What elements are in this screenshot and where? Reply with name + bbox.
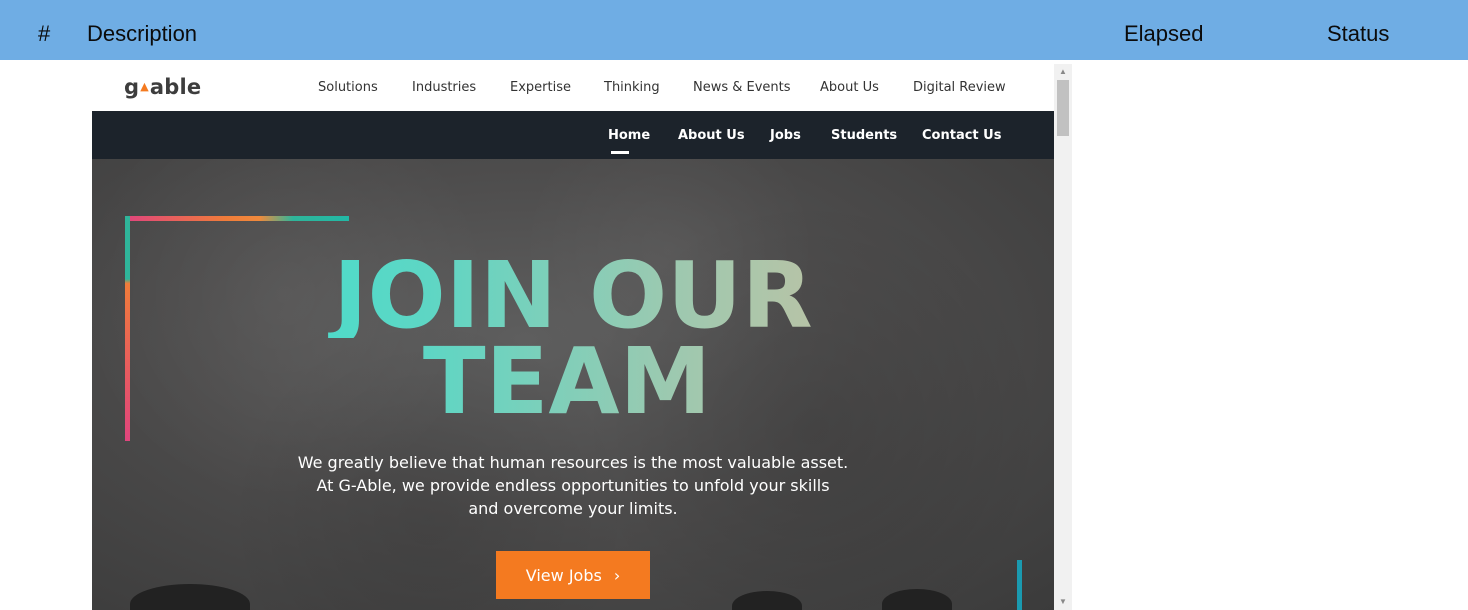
- gable-logo[interactable]: g▲able: [124, 75, 201, 99]
- scroll-down-arrow-icon[interactable]: ▼: [1054, 594, 1072, 610]
- hero-banner: JOIN OUR TEAM We greatly believe that hu…: [92, 159, 1054, 610]
- vertical-scrollbar[interactable]: ▲ ▼: [1054, 64, 1072, 610]
- report-header: # Description Elapsed Status: [0, 0, 1468, 60]
- corner-accent-top: [125, 216, 349, 221]
- top-nav-about-us[interactable]: About Us: [820, 80, 879, 95]
- silhouette-head: [732, 591, 802, 610]
- hero-title-line-2: TEAM: [92, 336, 1054, 428]
- top-nav-solutions[interactable]: Solutions: [318, 80, 378, 95]
- top-nav-thinking[interactable]: Thinking: [604, 80, 660, 95]
- top-nav-news-events[interactable]: News & Events: [693, 80, 791, 95]
- sub-nav-jobs[interactable]: Jobs: [770, 128, 801, 143]
- top-nav-expertise[interactable]: Expertise: [510, 80, 571, 95]
- sub-nav-contact-us[interactable]: Contact Us: [922, 128, 1001, 143]
- sub-nav-home[interactable]: Home: [608, 128, 650, 143]
- scroll-thumb[interactable]: [1057, 80, 1069, 136]
- site-top-navbar: g▲able Solutions Industries Expertise Th…: [92, 64, 1054, 111]
- silhouette-head: [130, 584, 250, 610]
- hero-body-line-1: We greatly believe that human resources …: [297, 453, 849, 472]
- chevron-right-icon: ›: [613, 565, 621, 585]
- logo-dot: ▲: [140, 80, 149, 93]
- logo-text: able: [149, 75, 202, 99]
- logo-g: g: [124, 75, 140, 99]
- column-number-header: #: [38, 21, 51, 46]
- sub-nav-about-us[interactable]: About Us: [678, 128, 745, 143]
- top-nav-industries[interactable]: Industries: [412, 80, 476, 95]
- top-nav-digital-review[interactable]: Digital Review: [913, 80, 1006, 95]
- view-jobs-button[interactable]: View Jobs ›: [496, 551, 650, 599]
- hero-body-line-2: At G-Able, we provide endless opportunit…: [316, 476, 830, 495]
- scroll-up-arrow-icon[interactable]: ▲: [1054, 64, 1072, 80]
- browser-screenshot: g▲able Solutions Industries Expertise Th…: [92, 64, 1072, 610]
- hero-title-line-1: JOIN OUR: [92, 250, 1054, 342]
- active-tab-indicator: [611, 151, 629, 154]
- careers-sub-navbar: Home About Us Jobs Students Contact Us: [92, 111, 1054, 159]
- corner-accent-right: [1017, 560, 1022, 610]
- column-status-header: Status: [1327, 21, 1390, 46]
- view-jobs-label: View Jobs: [525, 565, 602, 585]
- column-description-header: Description: [87, 21, 198, 46]
- sub-nav-students[interactable]: Students: [831, 128, 897, 143]
- silhouette-head: [882, 589, 952, 610]
- hero-body-line-3: and overcome your limits.: [468, 499, 678, 518]
- column-elapsed-header: Elapsed: [1124, 21, 1204, 46]
